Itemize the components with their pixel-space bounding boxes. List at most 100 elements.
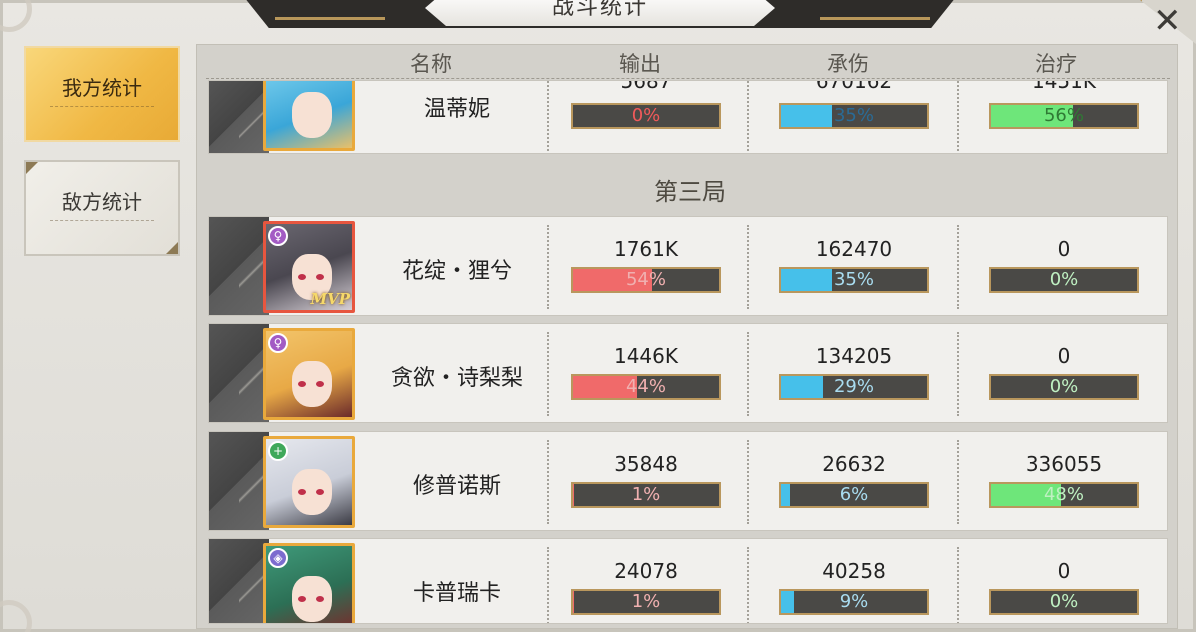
table-row-partial[interactable]: 温蒂妮 5687 670162 1451K 0% 35% 56% [208,80,1168,154]
close-icon[interactable]: ✕ [1153,2,1182,40]
portrait-eye [316,381,324,387]
damage-bar: 1% [571,482,721,508]
tab-enemy-stats-label: 敌方统计 [62,190,142,214]
column-divider [957,332,959,416]
taken-value: 162470 [815,237,893,261]
damage-value: 35848 [614,452,678,476]
row-decoration [209,217,279,315]
heal-cross-icon: + [268,441,288,461]
heal-bar: 48% [989,482,1139,508]
table-row[interactable]: ◈ 卡普瑞卡 24078 40258 0 1% 9% 0% [208,538,1168,624]
header-damage: 输出 [619,52,661,76]
damage-percent: 1% [631,591,661,612]
taken-value: 26632 [822,452,886,476]
taken-bar: 35% [779,103,929,129]
heal-bar: 0% [989,374,1139,400]
tab-enemy-stats[interactable]: 敌方统计 [24,160,180,256]
row-decoration [209,81,279,153]
character-portrait [263,81,355,151]
character-name: 修普诺斯 [412,474,501,499]
heal-percent: 56% [1043,105,1084,126]
divider [50,106,154,107]
header-taken: 承伤 [827,52,869,76]
heal-value: 1451K [1031,80,1096,93]
character-name: 花绽・狸兮 [401,259,512,284]
column-divider [957,81,959,151]
table-row[interactable]: ♀ 贪欲・诗梨梨 1446K 134205 0 44% 29% 0% [208,323,1168,423]
taken-value: 134205 [815,344,893,368]
tab-my-stats-label: 我方统计 [62,76,142,100]
column-divider [547,332,549,416]
portrait-eye [316,596,324,602]
damage-value: 5687 [620,80,672,93]
female-icon: ♀ [268,226,288,246]
table-row[interactable]: ♀ MVP 花绽・狸兮 1761K 162470 0 54% 35% 0% [208,216,1168,316]
row-decoration [209,324,279,422]
taken-value: 40258 [822,559,886,583]
portrait-eye [298,274,306,280]
character-portrait[interactable]: ♀ MVP [263,221,355,313]
taken-percent: 9% [839,591,869,612]
round-label: 第三局 [654,178,726,206]
column-divider [747,440,749,524]
female-icon: ♀ [268,333,288,353]
taken-bar: 29% [779,374,929,400]
column-divider [957,547,959,623]
taken-bar: 35% [779,267,929,293]
column-divider [747,81,749,151]
character-portrait[interactable]: ♀ [263,328,355,420]
column-divider [957,225,959,309]
heal-percent: 0% [1049,591,1079,612]
character-portrait[interactable]: ◈ [263,543,355,623]
mvp-badge: MVP [310,290,350,308]
portrait-eye [316,489,324,495]
taken-value: 670162 [815,80,893,93]
row-decoration [209,539,279,623]
character-name: 卡普瑞卡 [412,581,501,606]
heal-percent: 0% [1049,376,1079,397]
heal-percent: 48% [1043,484,1084,505]
damage-bar: 54% [571,267,721,293]
character-portrait[interactable]: + [263,436,355,528]
taken-bar: 9% [779,589,929,615]
damage-value: 24078 [614,559,678,583]
damage-value: 1446K [613,344,678,368]
taken-bar: 6% [779,482,929,508]
tab-my-stats[interactable]: 我方统计 [24,46,180,142]
heal-value: 336055 [1025,452,1103,476]
table-header: 名称 输出 承伤 治疗 [206,46,1170,78]
column-divider [957,440,959,524]
damage-bar: 44% [571,374,721,400]
portrait-eye [316,274,324,280]
column-divider [747,332,749,416]
damage-percent: 0% [631,105,661,126]
heal-value: 0 [1057,344,1071,368]
damage-percent: 54% [625,269,666,290]
heal-value: 0 [1057,237,1071,261]
header-divider [206,78,1170,79]
heal-value: 0 [1057,559,1071,583]
window-title: 战斗统计 [425,0,775,26]
damage-bar: 1% [571,589,721,615]
column-divider [547,81,549,151]
heal-bar: 56% [989,103,1139,129]
portrait-eye [298,489,306,495]
title-ornament-left [275,0,385,20]
column-divider [747,547,749,623]
column-divider [547,225,549,309]
portrait-eye [298,596,306,602]
damage-percent: 1% [631,484,661,505]
taken-percent: 29% [833,376,874,397]
taken-percent: 35% [833,269,874,290]
column-divider [547,440,549,524]
header-heal: 治疗 [1035,52,1077,76]
row-decoration [209,432,279,530]
heal-bar: 0% [989,589,1139,615]
table-row[interactable]: + 修普诺斯 35848 26632 336055 1% 6% 48% [208,431,1168,531]
damage-value: 1761K [613,237,678,261]
character-name: 温蒂妮 [423,97,490,122]
character-name: 贪欲・诗梨梨 [390,366,523,391]
heal-bar: 0% [989,267,1139,293]
taken-percent: 6% [839,484,869,505]
column-divider [547,547,549,623]
